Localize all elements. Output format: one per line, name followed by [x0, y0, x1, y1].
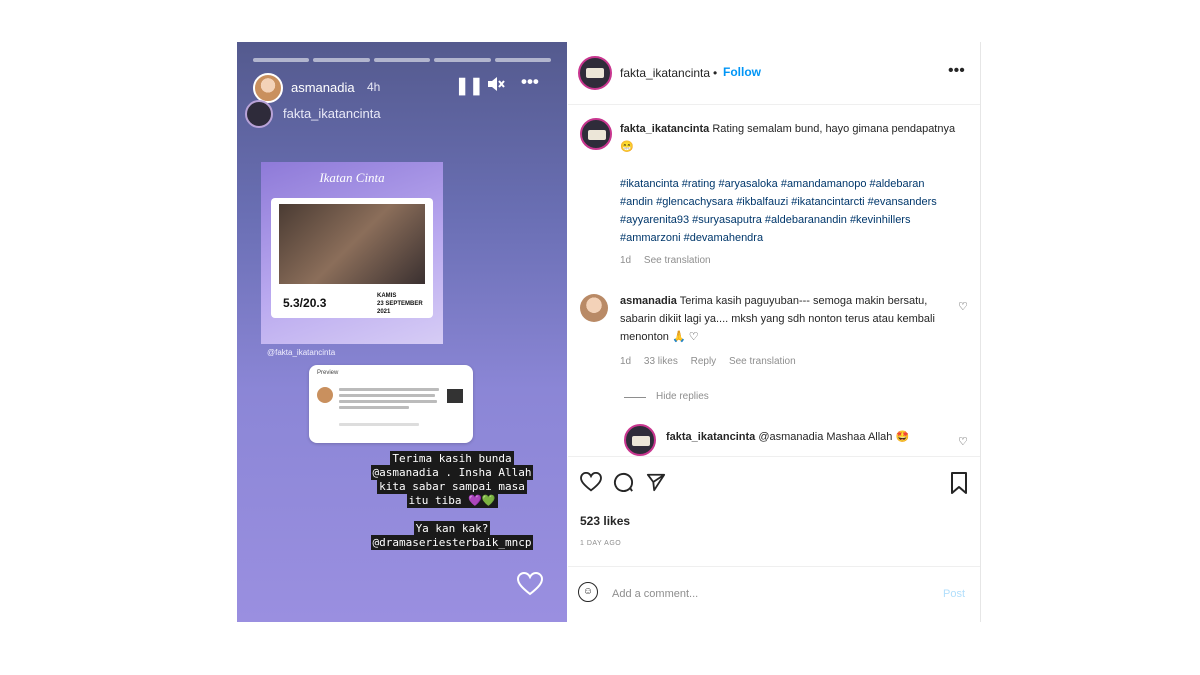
reply-text: fakta_ikatancinta @asmanadia Mashaa Alla… [666, 428, 956, 446]
caption-text: fakta_ikatancinta Rating semalam bund, h… [620, 120, 960, 156]
shared-post-date: KAMIS 23 SEPTEMBER 2021 [377, 292, 433, 316]
shared-post-photo [279, 204, 425, 284]
reply-avatar[interactable] [624, 424, 656, 456]
heart-icon[interactable] [580, 471, 602, 498]
shared-post-day-label: KAMIS [377, 293, 397, 299]
shared-comment-avatar [317, 387, 333, 403]
more-options-icon[interactable]: ••• [948, 62, 965, 80]
mute-icon[interactable] [487, 76, 505, 97]
hide-replies-line [624, 397, 646, 398]
caption-line: itu tiba 💜💚 [406, 493, 498, 508]
shared-comment-text-line [339, 400, 437, 403]
story-avatar[interactable] [253, 73, 283, 103]
share-icon[interactable] [646, 472, 666, 498]
caption-see-translation[interactable]: See translation [644, 255, 711, 266]
caption-avatar[interactable] [580, 118, 612, 150]
shared-post-title: Ikatan Cinta [319, 170, 385, 185]
post-time-ago: 1 DAY AGO [580, 540, 622, 547]
shared-post-rating: 5.3/20.3 [283, 296, 327, 310]
shared-post-handle[interactable]: @fakta_ikatancinta [267, 348, 335, 357]
header-dot: • [713, 66, 718, 80]
reply-username[interactable]: fakta_ikatancinta [666, 431, 755, 443]
shared-comment-text-line [339, 406, 409, 409]
comments-divider [568, 456, 980, 457]
pause-icon[interactable]: ❚❚ [455, 76, 484, 96]
caption-line: Ya kan kak? [413, 521, 491, 536]
shared-comment-card[interactable]: Preview [309, 365, 473, 443]
repost-avatar[interactable] [245, 100, 273, 128]
caption-hashtags[interactable]: #ikatancinta #rating #aryasaloka #amanda… [620, 175, 960, 247]
comment-avatar[interactable] [580, 294, 608, 322]
story-caption: Terima kasih bunda @asmanadia . Insha Al… [347, 451, 557, 550]
header-avatar[interactable] [578, 56, 612, 90]
story-time: 4h [367, 80, 381, 94]
post-panel: fakta_ikatancinta • Follow ••• fakta_ika… [568, 42, 981, 622]
caption-mention[interactable]: @asmanadia . Insha Allah [370, 465, 534, 480]
comment-likes[interactable]: 33 likes [644, 356, 678, 367]
comment-like-icon[interactable]: ♡ [958, 300, 968, 313]
comment-reply[interactable]: Reply [691, 356, 717, 367]
comment-age: 1d [620, 356, 632, 367]
likes-count[interactable]: 523 likes [580, 514, 630, 528]
story-username[interactable]: asmanadia [291, 80, 355, 95]
shared-post-card[interactable]: Ikatan Cinta 5.3/20.3 KAMIS 23 SEPTEMBER… [261, 162, 443, 344]
comment-text: asmanadia Terima kasih paguyuban--- semo… [620, 292, 950, 346]
comment-icon[interactable] [613, 472, 634, 499]
repost-username[interactable]: fakta_ikatancinta [283, 106, 381, 121]
bookmark-icon[interactable] [950, 472, 968, 500]
comment-username[interactable]: asmanadia [620, 295, 677, 307]
add-comment-divider [568, 566, 980, 567]
emoji-icon[interactable]: ☺ [578, 582, 598, 602]
add-comment-input[interactable]: Add a comment... [612, 588, 698, 600]
shared-comment-thumbnail [447, 389, 463, 403]
header-divider [568, 104, 980, 105]
shared-comment-meta-line [339, 423, 419, 426]
caption-mention[interactable]: @dramaseriesterbaik_mncp [370, 535, 534, 550]
follow-button[interactable]: Follow [723, 65, 761, 79]
heart-outline-icon[interactable] [516, 571, 544, 603]
hide-replies-button[interactable]: Hide replies [656, 391, 709, 402]
story-progress-bar [253, 58, 552, 62]
shared-post-date-label: 23 SEPTEMBER 2021 [377, 301, 423, 315]
header-username[interactable]: fakta_ikatancinta [620, 66, 710, 80]
post-comment-button[interactable]: Post [943, 588, 965, 600]
shared-comment-label: Preview [317, 370, 339, 376]
reply-like-icon[interactable]: ♡ [958, 435, 968, 448]
caption-line: kita sabar sampai masa [377, 479, 527, 494]
reply-body: @asmanadia Mashaa Allah 🤩 [758, 431, 910, 443]
comment-see-translation[interactable]: See translation [729, 356, 796, 367]
caption-line: Terima kasih bunda [390, 451, 514, 466]
story-panel[interactable]: asmanadia 4h ❚❚ ••• fakta_ikatancinta Ik… [237, 42, 567, 622]
caption-meta: 1d See translation [620, 255, 721, 266]
caption-username[interactable]: fakta_ikatancinta [620, 123, 709, 135]
shared-comment-text-line [339, 388, 439, 391]
shared-post-frame: 5.3/20.3 KAMIS 23 SEPTEMBER 2021 [271, 198, 433, 318]
more-icon[interactable]: ••• [521, 72, 539, 92]
shared-comment-text-line [339, 394, 435, 397]
caption-age: 1d [620, 255, 632, 266]
comment-meta: 1d 33 likes Reply See translation [620, 356, 806, 367]
